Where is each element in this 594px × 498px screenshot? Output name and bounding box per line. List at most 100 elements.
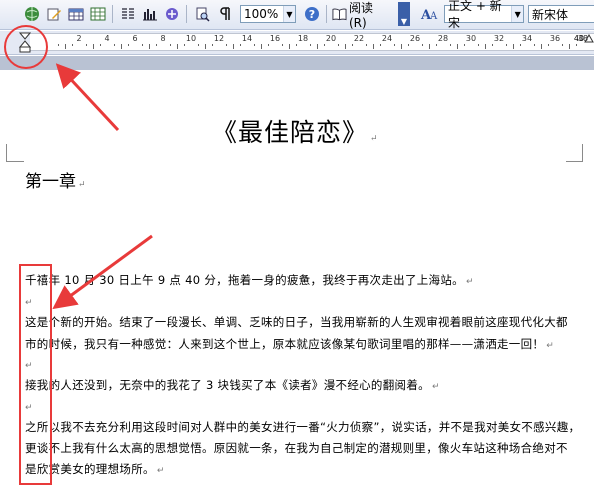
paragraph-mark: ↵ [156, 466, 165, 476]
ruler-tick [520, 44, 521, 46]
zoom-value: 100% [244, 7, 279, 21]
ruler-tick [156, 44, 157, 46]
font-select[interactable]: 新宋体 [528, 5, 594, 23]
ruler-tick [254, 44, 255, 46]
paragraph-mark: ↵ [546, 341, 555, 351]
ruler-tick [177, 44, 178, 49]
zoom-select[interactable]: 100% ▼ [240, 5, 296, 23]
book-icon [332, 8, 347, 21]
read-button[interactable]: 阅读(R) [332, 1, 388, 30]
ruler-tick [478, 44, 479, 46]
ruler-tick [212, 44, 213, 46]
chapter-text: 第一章 [25, 172, 76, 192]
paragraph-mark: ↵ [465, 277, 474, 287]
title-text: 《最佳陪恋》 [212, 118, 369, 147]
ruler-tick [86, 44, 87, 46]
ruler-number: 36 [549, 34, 561, 43]
ruler-tick [296, 44, 297, 46]
drawing-icon[interactable] [44, 4, 64, 24]
annotation-rectangle [19, 264, 52, 485]
document-title[interactable]: 《最佳陪恋》 ↵ [212, 113, 379, 149]
ruler-tick [100, 44, 101, 46]
separator [326, 5, 327, 23]
document-map-icon[interactable] [162, 4, 182, 24]
chevron-down-icon[interactable]: ▼ [283, 6, 295, 22]
toolbar-options[interactable]: ▼ [398, 2, 410, 26]
ruler-tick [184, 44, 185, 46]
read-label: 阅读(R) [348, 0, 373, 30]
ruler-tick [562, 44, 563, 46]
styles-icon[interactable]: AA [420, 4, 440, 24]
body-line[interactable]: 接我的人还没到，无奈中的我花了 3 块钱买了本《读者》漫不经心的翻阅着。 ↵ [25, 377, 440, 395]
ruler-number: 38 [577, 34, 589, 43]
ruler-tick [338, 44, 339, 46]
body-line[interactable]: 这是个新的开始。结束了一段漫长、单调、乏味的日子，当我用崭新的人生观审视着眼前这… [25, 314, 568, 330]
chart-icon[interactable] [140, 4, 160, 24]
ruler-number: 2 [76, 34, 82, 43]
help-icon[interactable]: ? [302, 4, 322, 24]
ruler-tick [345, 44, 346, 49]
ruler-tick [422, 44, 423, 46]
line-text: 这是个新的开始。结束了一段漫长、单调、乏味的日子，当我用崭新的人生观审视着眼前这… [25, 315, 568, 329]
ruler-tick [569, 44, 570, 49]
spreadsheet-icon[interactable] [88, 4, 108, 24]
ruler-tick [93, 44, 94, 49]
ruler-tick [205, 44, 206, 49]
ruler-tick [576, 44, 577, 46]
ruler-number: 32 [493, 34, 505, 43]
ruler-tick [226, 44, 227, 46]
ruler-tick [464, 44, 465, 46]
annotation-circle [4, 25, 48, 69]
ruler-body [30, 33, 594, 51]
ruler-tick [261, 44, 262, 49]
ruler-tick [485, 44, 486, 49]
show-hide-marks-icon[interactable] [214, 4, 234, 24]
ruler-tick [58, 44, 59, 46]
crop-mark [6, 161, 24, 162]
print-preview-icon[interactable] [192, 4, 212, 24]
ruler-tick [114, 44, 115, 46]
chevron-down-icon[interactable]: ▼ [511, 6, 523, 22]
ruler-tick [170, 44, 171, 46]
paragraph-mark: ↵ [78, 180, 86, 190]
svg-text:?: ? [309, 8, 315, 21]
ruler-tick [240, 44, 241, 46]
globe-icon[interactable] [22, 4, 42, 24]
font-value: 新宋体 [532, 7, 569, 22]
line-text: 市的时候，我只有一种感觉：人来到这个世上，原本就应该像某句歌词里唱的那样——潇洒… [25, 337, 545, 351]
ruler-number: 16 [269, 34, 281, 43]
horizontal-ruler[interactable]: 40 2 4 6 8 10 12 14 16 18 20 22 24 26 28 30 32 34 36 38 [0, 31, 594, 55]
ruler-number: 26 [409, 34, 421, 43]
chapter-heading[interactable]: 第一章 ↵ [25, 167, 86, 192]
body-line[interactable]: 更谈不上我有什么太高的思想觉悟。原因就一条，在我为自己制定的潜规则里，像火车站这… [25, 440, 568, 456]
body-line[interactable]: 之所以我不去充分利用这段时间对人群中的美女进行一番“火力侦察”，说实话，并不是我… [25, 419, 580, 435]
ruler-number: 14 [241, 34, 253, 43]
ruler-tick [366, 44, 367, 46]
style-select[interactable]: 正文 + 新宋 ▼ [444, 0, 524, 30]
ruler-number: 24 [381, 34, 393, 43]
table-icon[interactable] [66, 4, 86, 24]
ruler-number: 6 [132, 34, 138, 43]
toolbar: 100% ▼ ? 阅读(R) ▼ AA 正文 + 新宋 ▼ 新宋体 [0, 0, 594, 30]
body-line[interactable]: 市的时候，我只有一种感觉：人来到这个世上，原本就应该像某句歌词里唱的那样——潇洒… [25, 336, 554, 354]
line-text: 更谈不上我有什么太高的思想觉悟。原因就一条，在我为自己制定的潜规则里，像火车站这… [25, 441, 568, 455]
ruler-tick [282, 44, 283, 46]
paragraph-mark: ↵ [370, 134, 379, 144]
columns-icon[interactable] [118, 4, 138, 24]
ruler-tick [492, 44, 493, 46]
ruler-tick [198, 44, 199, 46]
ruler-number: 20 [325, 34, 337, 43]
ruler-tick [513, 44, 514, 49]
ruler-number: 12 [213, 34, 225, 43]
ruler-tick [72, 44, 73, 46]
ruler-tick [233, 44, 234, 49]
ruler-number: 8 [160, 34, 166, 43]
paragraph-mark: ↵ [431, 382, 440, 392]
ruler-tick [352, 44, 353, 46]
body-line[interactable]: 千禧年 10 月 30 日上午 9 点 40 分，拖着一身的疲惫，我终于再次走出… [25, 272, 474, 290]
style-value: 正文 + 新宋 [448, 0, 502, 30]
ruler-tick [380, 44, 381, 46]
line-text: 之所以我不去充分利用这段时间对人群中的美女进行一番“火力侦察”，说实话，并不是我… [25, 420, 581, 434]
ruler-tick [429, 44, 430, 49]
crop-mark [566, 161, 583, 162]
